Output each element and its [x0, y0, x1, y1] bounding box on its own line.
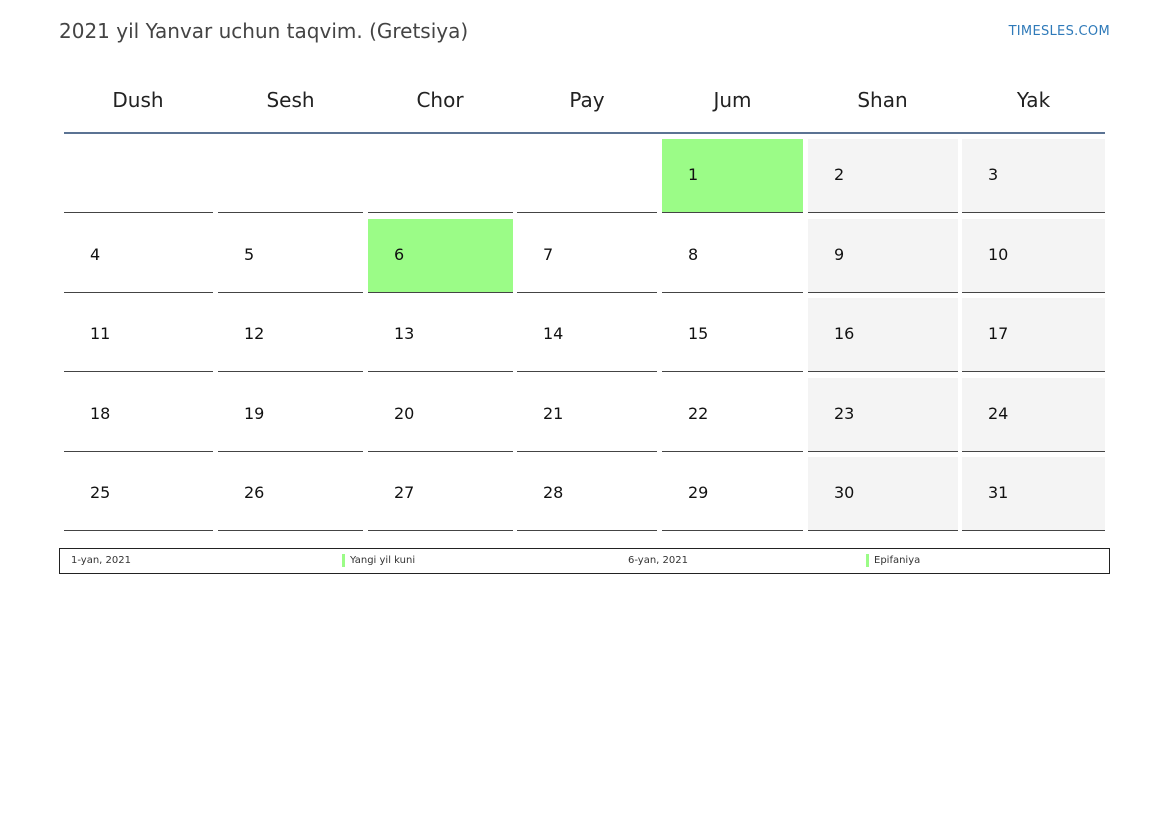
day-cell-5: 5 — [218, 219, 363, 293]
day-number: 3 — [988, 165, 999, 184]
day-number: 26 — [244, 483, 265, 502]
day-number: 24 — [988, 404, 1009, 423]
day-cell-25: 25 — [64, 457, 213, 531]
day-cell-15: 15 — [662, 298, 803, 372]
day-cell-12: 12 — [218, 298, 363, 372]
day-number: 20 — [394, 404, 415, 423]
day-number: 21 — [543, 404, 564, 423]
day-cell-8: 8 — [662, 219, 803, 293]
legend-name-2: Epifaniya — [874, 555, 921, 566]
day-cell-10: 10 — [962, 219, 1105, 293]
day-number: 9 — [834, 245, 845, 264]
day-cell-16: 16 — [808, 298, 958, 372]
day-number: 25 — [90, 483, 111, 502]
calendar-grid: 1 2 3 4 5 6 7 8 9 10 11 12 13 14 15 16 17 18 19 20 21 22 23 24 2… — [0, 0, 1169, 560]
legend-name-1: Yangi yil kuni — [350, 555, 416, 566]
day-number: 30 — [834, 483, 855, 502]
day-number: 13 — [394, 324, 415, 343]
day-number: 29 — [688, 483, 709, 502]
day-cell-30: 30 — [808, 457, 958, 531]
day-number: 16 — [834, 324, 855, 343]
day-cell-7: 7 — [517, 219, 657, 293]
legend-swatch-2 — [866, 554, 869, 567]
legend-date-2: 6-yan, 2021 — [628, 555, 688, 566]
day-number: 6 — [394, 245, 405, 264]
day-cell-26: 26 — [218, 457, 363, 531]
day-cell-23: 23 — [808, 378, 958, 452]
day-cell-1: 1 — [662, 139, 803, 213]
day-cell-9: 9 — [808, 219, 958, 293]
day-number: 23 — [834, 404, 855, 423]
day-number: 10 — [988, 245, 1009, 264]
day-cell-empty — [368, 139, 513, 213]
legend-date-1: 1-yan, 2021 — [71, 555, 131, 566]
day-cell-3: 3 — [962, 139, 1105, 213]
day-cell-29: 29 — [662, 457, 803, 531]
day-number: 1 — [688, 165, 699, 184]
day-cell-20: 20 — [368, 378, 513, 452]
day-number: 2 — [834, 165, 845, 184]
day-number: 18 — [90, 404, 111, 423]
day-cell-24: 24 — [962, 378, 1105, 452]
day-number: 12 — [244, 324, 265, 343]
day-number: 7 — [543, 245, 554, 264]
day-number: 27 — [394, 483, 415, 502]
day-number: 14 — [543, 324, 564, 343]
legend-swatch-1 — [342, 554, 345, 567]
day-cell-28: 28 — [517, 457, 657, 531]
day-number: 17 — [988, 324, 1009, 343]
legend-box: 1-yan, 2021 Yangi yil kuni 6-yan, 2021 E… — [59, 548, 1110, 574]
day-cell-empty — [517, 139, 657, 213]
day-cell-4: 4 — [64, 219, 213, 293]
day-number: 15 — [688, 324, 709, 343]
day-number: 4 — [90, 245, 101, 264]
day-cell-19: 19 — [218, 378, 363, 452]
day-cell-empty — [218, 139, 363, 213]
day-cell-11: 11 — [64, 298, 213, 372]
day-cell-13: 13 — [368, 298, 513, 372]
day-number: 8 — [688, 245, 699, 264]
day-number: 11 — [90, 324, 111, 343]
day-cell-6: 6 — [368, 219, 513, 293]
day-number: 5 — [244, 245, 255, 264]
day-cell-21: 21 — [517, 378, 657, 452]
day-cell-22: 22 — [662, 378, 803, 452]
day-number: 22 — [688, 404, 709, 423]
day-cell-empty — [64, 139, 213, 213]
day-cell-17: 17 — [962, 298, 1105, 372]
day-number: 31 — [988, 483, 1009, 502]
day-number: 19 — [244, 404, 265, 423]
day-cell-31: 31 — [962, 457, 1105, 531]
day-cell-14: 14 — [517, 298, 657, 372]
day-cell-27: 27 — [368, 457, 513, 531]
day-number: 28 — [543, 483, 564, 502]
day-cell-2: 2 — [808, 139, 958, 213]
day-cell-18: 18 — [64, 378, 213, 452]
